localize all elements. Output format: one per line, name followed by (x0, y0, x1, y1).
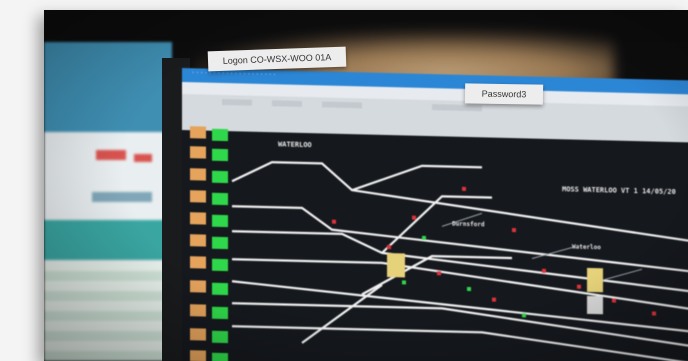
signal-indicator (212, 352, 228, 361)
toolbar-item (322, 101, 362, 109)
signal-indicator (212, 148, 228, 162)
signal-indicator (212, 330, 228, 344)
photo-of-signalling-screen: · · · · · · · · · · · · · · · · · · · · (44, 10, 688, 361)
left-monitor-red-block (96, 150, 126, 160)
signal-indicator (190, 280, 206, 293)
signal-indicator (212, 282, 228, 296)
signal-indicator (190, 146, 206, 159)
signal-indicator (190, 190, 206, 203)
track-diagram: WATERLOO MOSS WATERLOO VT 1 14/05/20 Wat… (182, 126, 688, 361)
signal-indicator (212, 170, 228, 184)
left-monitor-header (44, 42, 172, 132)
left-monitor-text-block (92, 192, 152, 202)
signal-indicator (212, 306, 228, 320)
left-monitor-teal-band (44, 220, 172, 260)
track-label-2: Durnsford (452, 220, 485, 229)
track-label-1: Waterloo (572, 243, 601, 252)
signal-indicator (190, 350, 206, 361)
track-lines (231, 161, 688, 361)
left-monitor-red-block-2 (134, 154, 152, 162)
toolbar-item (432, 104, 482, 112)
signal-indicator (212, 214, 228, 228)
left-monitor-table (44, 262, 172, 361)
signal-indicator (212, 192, 228, 206)
signal-indicator (190, 168, 206, 181)
photo-frame: · · · · · · · · · · · · · · · · · · · · (0, 0, 688, 361)
window-title-blurred: · · · · · · · · · · · · · · · · · · · · (192, 69, 276, 79)
signal-indicator (190, 256, 206, 269)
signal-indicator (212, 236, 228, 250)
station-label: WATERLOO (278, 140, 312, 150)
password-sticky-label: Password3 (464, 83, 544, 105)
signalling-monitor: · · · · · · · · · · · · · · · · · · · · (182, 68, 688, 361)
signal-indicator (190, 212, 206, 225)
signal-indicator (190, 234, 206, 247)
toolbar-item (222, 98, 252, 106)
signal-indicator (212, 258, 228, 272)
signal-indicator (190, 328, 206, 341)
signal-indicator (190, 304, 206, 317)
signal-indicator (212, 128, 228, 142)
toolbar-item (272, 100, 302, 107)
signal-indicator (190, 126, 206, 139)
left-monitor-blurred (44, 42, 172, 361)
signal-panel-column (190, 126, 234, 361)
